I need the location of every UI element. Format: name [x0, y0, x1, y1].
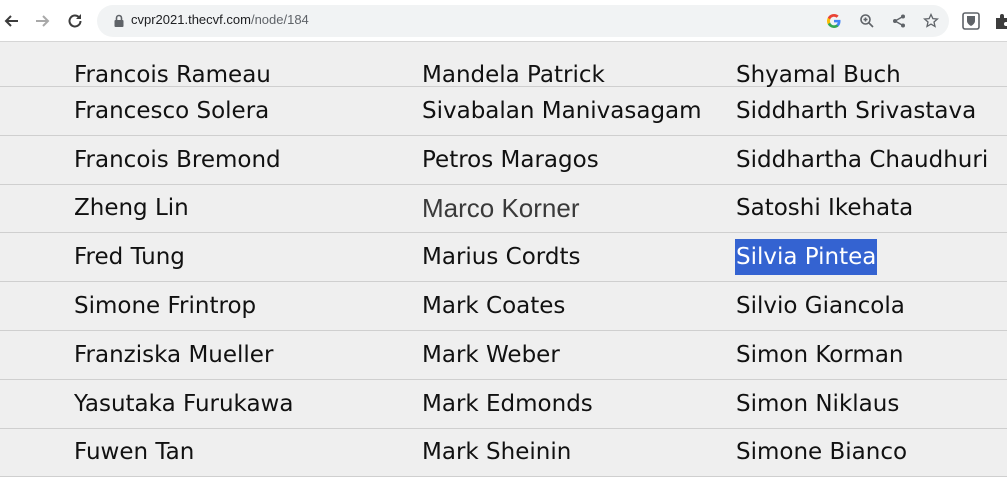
name-cell: Simone Bianco — [736, 439, 908, 466]
name-cell: Siddhartha Chaudhuri — [736, 146, 989, 173]
name-cell: Franziska Mueller — [74, 341, 274, 368]
back-button[interactable] — [0, 6, 26, 36]
name-cell: Petros Maragos — [422, 146, 599, 173]
lock-icon — [114, 14, 124, 27]
forward-button[interactable] — [28, 6, 58, 36]
url-path: /node/184 — [250, 12, 309, 27]
zoom-icon[interactable] — [857, 11, 877, 31]
name-cell: Mark Edmonds — [422, 390, 593, 417]
table-row: Francois Bremond Petros Maragos Siddhart… — [0, 136, 1007, 185]
google-icon[interactable] — [824, 11, 844, 31]
share-icon[interactable] — [889, 11, 909, 31]
name-cell: Silvio Giancola — [736, 293, 905, 320]
name-cell: Simone Frintrop — [74, 293, 257, 320]
url-host: cvpr2021.thecvf.com — [131, 12, 251, 27]
table-row: Zheng Lin Marco Korner Satoshi Ikehata — [0, 185, 1007, 234]
name-cell: Mark Coates — [422, 293, 566, 320]
name-cell: Fred Tung — [74, 244, 185, 271]
name-cell: Zheng Lin — [74, 195, 189, 222]
table-row: Simone Frintrop Mark Coates Silvio Gianc… — [0, 282, 1007, 331]
name-cell: Yasutaka Furukawa — [74, 390, 294, 417]
table-row: Francois Rameau Mandela Patrick Shyamal … — [0, 42, 1007, 88]
name-cell: Simon Korman — [736, 341, 904, 368]
name-cell: Mark Sheinin — [422, 439, 572, 466]
name-cell: Shyamal Buch — [736, 62, 901, 88]
table-row: Franziska Mueller Mark Weber Simon Korma… — [0, 331, 1007, 380]
address-bar[interactable]: cvpr2021.thecvf.com/node/184 — [97, 5, 949, 37]
name-cell: Marco Korner — [422, 193, 580, 224]
extension-shield-icon[interactable] — [961, 11, 981, 31]
name-cell: Francois Bremond — [74, 146, 281, 173]
name-cell: Marius Cordts — [422, 244, 581, 271]
reload-button[interactable] — [60, 6, 90, 36]
name-cell: Sivabalan Manivasagam — [422, 97, 702, 124]
names-table: Francois Rameau Mandela Patrick Shyamal … — [0, 42, 1007, 477]
bookmark-star-icon[interactable] — [921, 11, 941, 31]
table-row: Fuwen Tan Mark Sheinin Simone Bianco — [0, 429, 1007, 477]
arrow-right-icon — [36, 15, 50, 27]
name-cell: Satoshi Ikehata — [736, 195, 914, 222]
browser-toolbar: cvpr2021.thecvf.com/node/184 — [0, 0, 1007, 42]
arrow-left-icon — [4, 15, 18, 27]
name-cell: Fuwen Tan — [74, 439, 195, 466]
table-row: Fred Tung Marius Cordts Silvia Pintea — [0, 233, 1007, 283]
selected-name-cell[interactable]: Silvia Pintea — [735, 239, 878, 276]
name-cell: Siddharth Srivastava — [736, 97, 977, 124]
name-cell: Francois Rameau — [74, 62, 271, 88]
name-cell: Mandela Patrick — [422, 62, 605, 88]
reload-icon — [68, 14, 82, 28]
table-row: Yasutaka Furukawa Mark Edmonds Simon Nik… — [0, 380, 1007, 429]
name-cell: Mark Weber — [422, 341, 560, 368]
url-text[interactable]: cvpr2021.thecvf.com/node/184 — [131, 12, 309, 27]
table-row: Francesco Solera Sivabalan Manivasagam S… — [0, 87, 1007, 136]
name-cell: Francesco Solera — [74, 97, 270, 124]
extensions-puzzle-icon[interactable] — [993, 11, 1007, 31]
name-cell: Simon Niklaus — [736, 390, 900, 417]
